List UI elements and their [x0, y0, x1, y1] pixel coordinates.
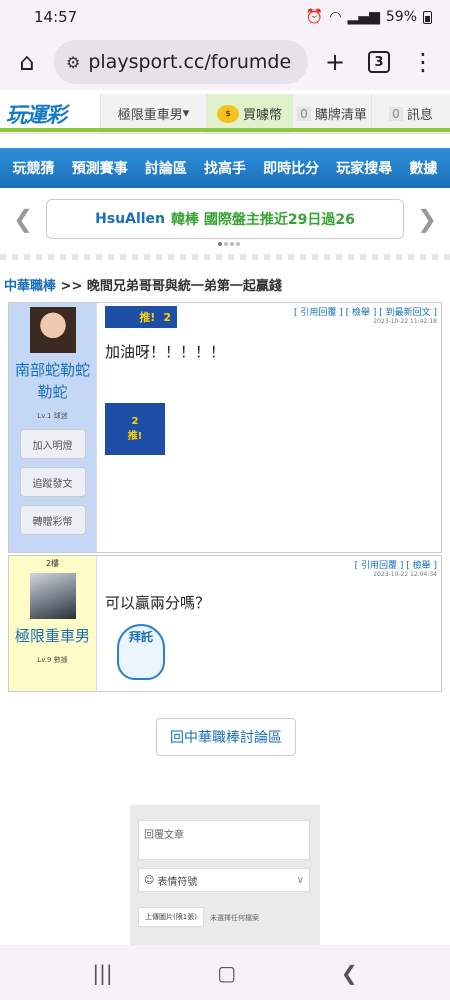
main-nav: 玩競猜 預測賽事 討論區 找高手 即時比分 玩家搜尋 數據 [0, 148, 450, 188]
status-bar: 14:57 ⏰ ◠ ▂▄▆ 59% [0, 0, 450, 34]
like-label: 推! [139, 311, 156, 324]
post-text: 可以贏兩分嗎？ [105, 594, 211, 612]
buy-coins-label: 買噱幣 [242, 108, 282, 123]
messages-label: 訊息 [406, 108, 433, 123]
carousel-dot [218, 242, 222, 246]
nav-item-player-search[interactable]: 玩家搜尋 [336, 158, 392, 178]
breadcrumb-forum[interactable]: 中華職棒 [4, 279, 56, 294]
thread-title: 晚間兄弟哥哥與統一弟第一起贏錢 [86, 279, 282, 294]
author-name[interactable]: 極限重車男 [15, 625, 90, 647]
home-icon[interactable]: ⌂ [10, 45, 44, 79]
post-actions[interactable]: [ 引用回覆 ] [ 檢舉 ] [ 到最新回文 ] [294, 305, 437, 318]
signal-icon: ▂▄▆ [347, 9, 380, 25]
author-name[interactable]: 南部蛇勒蛇勒蛇 [9, 359, 96, 403]
breadcrumb-separator: >> [60, 279, 83, 294]
chevron-down-icon: ∨ [296, 874, 304, 886]
battery-level: 59% [385, 9, 417, 25]
post: 2樓 極限重車男 Lv.9 數據 [ 引用回覆 ] [ 檢舉 ] 2023-10… [8, 555, 442, 692]
header-divider [0, 128, 450, 132]
like-badge[interactable]: 推! 2 [105, 306, 177, 328]
username: 極限重車男 [117, 108, 183, 123]
decorative-divider [0, 254, 450, 260]
tab-count: 3 [368, 51, 390, 73]
post-text: 加油呀！！！！！ [105, 343, 226, 361]
battery-icon [423, 10, 432, 24]
emoji-select[interactable]: ☺ 表情符號 ∨ [138, 868, 310, 892]
home-circle-icon[interactable]: ▢ [217, 961, 236, 985]
nav-item-live-score[interactable]: 即時比分 [263, 158, 319, 178]
marquee-author: HsuAllen [95, 211, 166, 227]
like-sticker: 2 推! [105, 403, 165, 455]
wifi-icon: ◠ [329, 9, 342, 25]
carousel-dot [230, 242, 234, 246]
browser-toolbar: ⌂ ⚙ playsport.cc/forumde + 3 ⋮ [0, 34, 450, 90]
caret-down-icon: ▾ [182, 106, 190, 121]
back-icon[interactable]: ❮ [341, 961, 358, 985]
next-arrow-icon[interactable]: ❯ [404, 205, 450, 233]
url-text[interactable]: playsport.cc/forumde [88, 51, 291, 73]
like-count: 2 [163, 310, 171, 324]
avatar[interactable] [29, 573, 76, 619]
sticker-count: 2 [131, 416, 139, 427]
follow-button[interactable]: 追蹤發文 [19, 467, 86, 497]
carousel-dot [236, 242, 240, 246]
new-tab-icon[interactable]: + [318, 45, 352, 79]
no-file-text: 未選擇任何檔案 [210, 914, 259, 922]
carousel-dots [218, 242, 240, 246]
watchlist-count: 0 [297, 106, 311, 121]
post-time: 2023-10-22 12:04:34 [373, 571, 437, 578]
post-actions[interactable]: [ 引用回覆 ] [ 檢舉 ] [355, 558, 437, 571]
avatar[interactable] [29, 307, 76, 353]
author-level: Lv.9 數據 [37, 656, 68, 664]
add-favorite-button[interactable]: 加入明燈 [19, 429, 86, 459]
more-menu-icon[interactable]: ⋮ [406, 45, 440, 79]
post-author-panel: 南部蛇勒蛇勒蛇 Lv.1 球迷 加入明燈 追蹤發文 轉贈彩幣 [9, 303, 96, 552]
reply-form: 回覆文章 ☺ 表情符號 ∨ 上傳圖片(限1張) 未選擇任何檔案 [130, 805, 320, 945]
author-level: Lv.1 球迷 [37, 412, 68, 420]
please-sticker: 拜託 [117, 624, 165, 680]
floor-number: 2樓 [45, 559, 60, 568]
watchlist-label: 購牌清單 [314, 108, 367, 123]
breadcrumb: 中華職棒 >> 晚間兄弟哥哥與統一弟第一起贏錢 [4, 275, 282, 294]
marquee-banner[interactable]: HsuAllen 韓棒 國際盤主推近29日過26 [46, 199, 404, 239]
carousel-dot [224, 242, 228, 246]
recent-apps-icon[interactable]: ||| [92, 961, 112, 985]
messages-count: 0 [389, 106, 403, 121]
emoji-label: 表情符號 [157, 876, 198, 888]
upload-image-button[interactable]: 上傳圖片(限1張) [138, 907, 204, 927]
nav-item-predict[interactable]: 預測賽事 [72, 158, 128, 178]
post: 南部蛇勒蛇勒蛇 Lv.1 球迷 加入明燈 追蹤發文 轉贈彩幣 推! 2 [ 引用… [8, 302, 442, 553]
alarm-icon: ⏰ [305, 9, 324, 25]
back-to-forum-button[interactable]: 回中華職棒討論區 [156, 718, 296, 756]
nav-item-stats[interactable]: 數據 [409, 158, 437, 178]
smiley-icon: ☺ [144, 874, 155, 886]
system-nav-bar: ||| ▢ ❮ [0, 945, 450, 1000]
clock: 14:57 [34, 8, 78, 26]
gift-coins-button[interactable]: 轉贈彩幣 [19, 505, 86, 535]
prev-arrow-icon[interactable]: ❮ [0, 205, 46, 233]
post-content: [ 引用回覆 ] [ 檢舉 ] 2023-10-22 12:04:34 可以贏兩… [96, 556, 441, 691]
nav-item-forum[interactable]: 討論區 [145, 158, 187, 178]
post-content: 推! 2 [ 引用回覆 ] [ 檢舉 ] [ 到最新回文 ] 2023-10-2… [96, 303, 441, 552]
sticker-label: 推! [127, 431, 143, 442]
post-author-panel: 2樓 極限重車男 Lv.9 數據 [9, 556, 96, 691]
reply-textarea[interactable]: 回覆文章 [138, 820, 310, 860]
site-settings-icon[interactable]: ⚙ [66, 53, 80, 72]
nav-item-experts[interactable]: 找高手 [204, 158, 246, 178]
nav-item-guess[interactable]: 玩競猜 [13, 158, 55, 178]
coin-icon: $ [216, 104, 239, 123]
marquee-text: 韓棒 國際盤主推近29日過26 [171, 212, 355, 228]
tab-switcher-button[interactable]: 3 [362, 45, 396, 79]
post-time: 2023-10-22 11:42:18 [373, 318, 437, 325]
marquee-area: ❮ HsuAllen 韓棒 國際盤主推近29日過26 ❯ [0, 190, 450, 248]
address-bar[interactable]: ⚙ playsport.cc/forumde [54, 40, 308, 84]
